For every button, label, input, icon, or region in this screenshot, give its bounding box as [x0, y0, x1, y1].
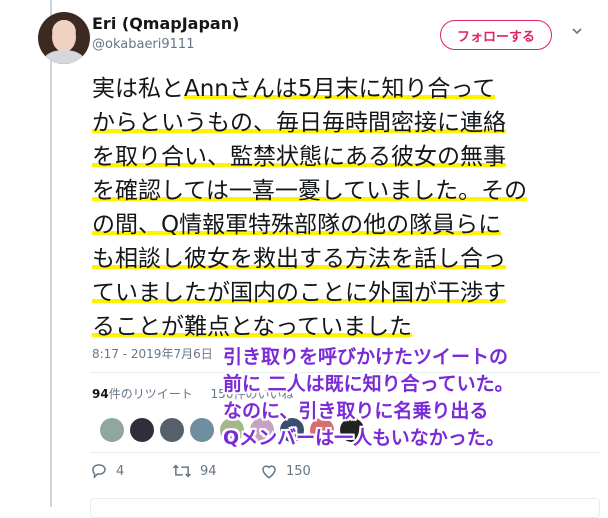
tweet-line-highlight: を取り合い、監禁状態にある彼女の無事 — [92, 144, 506, 170]
retweet-icon — [172, 464, 192, 478]
user-handle[interactable]: @okabaeri9111 — [92, 37, 194, 52]
avatar-face — [52, 22, 76, 52]
tweet-line-highlight: も相談し彼女を救出する方法を話し合っ — [92, 246, 506, 272]
retweets-stat-label: 件のリツイート — [108, 387, 193, 401]
tweet-timestamp[interactable]: 8:17 - 2019年7月6日 — [92, 345, 213, 362]
avatar-shoulders — [44, 50, 84, 64]
annotation-line: なのに、引き取りに名乗り出る — [223, 400, 489, 422]
tweet-line: ることが難点となっていました — [92, 310, 592, 344]
tweet-line-highlight: ることが難点となっていました — [92, 314, 413, 340]
annotation-line: 前に 二人は既に知り合っていた。 — [223, 373, 514, 395]
tweet-line: 実は私とAnnさんは5月末に知り合って — [92, 72, 592, 106]
like-count: 150 — [286, 463, 311, 479]
tweet-line: も相談し彼女を救出する方法を話し合っ — [92, 242, 592, 276]
liker-avatar[interactable] — [190, 418, 214, 442]
avatar[interactable] — [38, 12, 90, 64]
reply-button[interactable]: 4 — [90, 462, 124, 480]
heart-icon — [262, 465, 276, 479]
retweet-button[interactable]: 94 — [172, 462, 217, 480]
liker-avatar[interactable] — [100, 418, 124, 442]
tweet-text: 実は私とAnnさんは5月末に知り合って からというもの、毎日毎時間密接に連絡 を… — [92, 72, 592, 344]
display-name[interactable]: Eri (QmapJapan) — [92, 14, 239, 33]
tweet-line: を確認しては一喜一憂していました。その — [92, 174, 592, 208]
tweet-actions: 4 94 150 — [90, 462, 330, 486]
retweets-stat[interactable]: 94件のリツイート — [92, 387, 193, 401]
annotation-overlay: 引き取りを呼びかけたツイートの 前に 二人は既に知り合っていた。 なのに、引き取… — [223, 344, 607, 452]
tweet-line: からというもの、毎日毎時間密接に連絡 — [92, 106, 592, 140]
retweet-count: 94 — [200, 463, 217, 479]
tweet-line-highlight: からというもの、毎日毎時間密接に連絡 — [92, 110, 506, 136]
tweet-line-highlight: を確認しては一喜一憂していました。その — [92, 178, 528, 204]
thread-line — [50, 0, 52, 507]
tweet-line-highlight: Annさんは5月末に知り合って — [184, 76, 496, 102]
like-button[interactable]: 150 — [260, 462, 311, 480]
reply-box[interactable] — [90, 498, 600, 518]
tweet-line-plain: 実は私と — [92, 76, 184, 102]
tweet-line-highlight: ていましたが国内のことに外国が干渉す — [92, 280, 506, 306]
reply-count: 4 — [116, 463, 125, 479]
tweet-line: を取り合い、監禁状態にある彼女の無事 — [92, 140, 592, 174]
liker-avatar[interactable] — [160, 418, 184, 442]
tweet-line: ていましたが国内のことに外国が干渉す — [92, 276, 592, 310]
chevron-down-icon[interactable] — [572, 26, 582, 36]
annotation-line: 引き取りを呼びかけたツイートの — [223, 346, 509, 368]
tweet-line: の間、Q情報軍特殊部隊の他の隊員らに — [92, 208, 592, 242]
follow-button[interactable]: フォローする — [440, 20, 552, 50]
tweet-line-highlight: の間、Q情報軍特殊部隊の他の隊員らに — [92, 212, 502, 238]
annotation-line: Qメンバーは一人もいなかった。 — [223, 427, 505, 449]
liker-avatar[interactable] — [130, 418, 154, 442]
reply-icon — [92, 464, 106, 479]
divider — [90, 452, 600, 453]
retweets-stat-count: 94 — [92, 387, 109, 401]
